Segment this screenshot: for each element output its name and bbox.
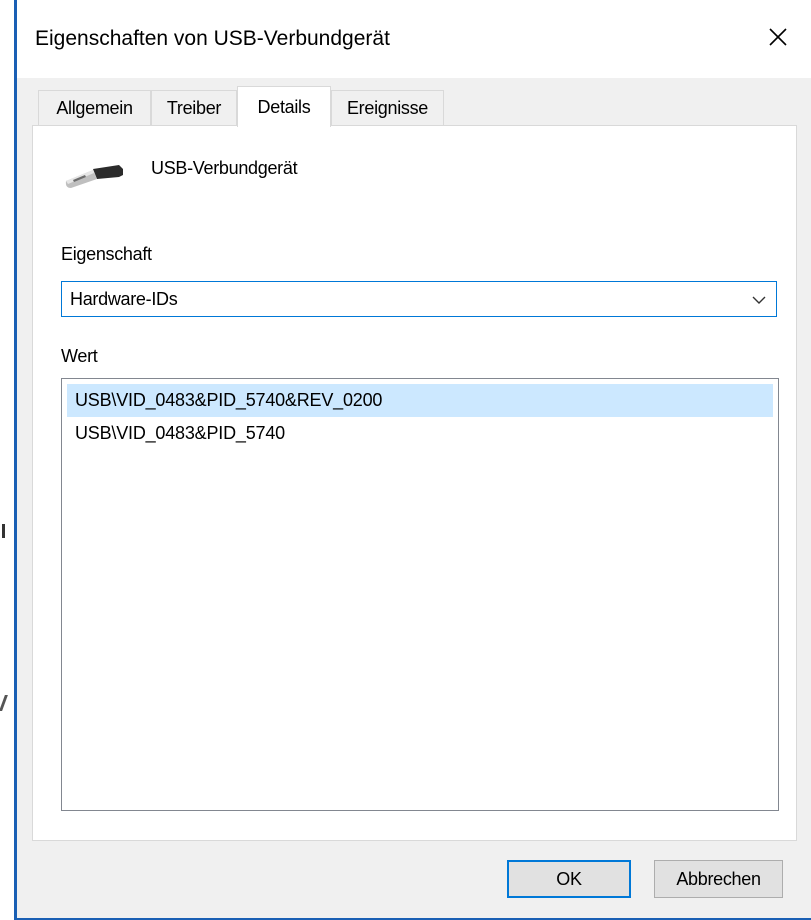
tab-allgemein[interactable]: Allgemein <box>38 90 151 126</box>
background-fragment <box>2 524 5 538</box>
tab-details[interactable]: Details <box>237 86 331 127</box>
background-window-edge <box>0 0 14 920</box>
value-label: Wert <box>61 346 98 366</box>
usb-plug-icon <box>65 165 123 188</box>
property-dropdown-value: Hardware-IDs <box>70 289 178 309</box>
window-title: Eigenschaften von USB-Verbundgerät <box>35 27 390 50</box>
properties-dialog: Eigenschaften von USB-Verbundgerät Allge… <box>14 0 811 920</box>
property-label: Eigenschaft <box>61 244 152 264</box>
close-button[interactable] <box>759 18 797 56</box>
chevron-down-icon <box>752 296 766 304</box>
details-panel: USB-Verbundgerät Eigenschaft Hardware-ID… <box>32 125 797 841</box>
list-item[interactable]: USB\VID_0483&PID_5740 <box>67 417 773 450</box>
device-name: USB-Verbundgerät <box>151 158 298 178</box>
ok-button[interactable]: OK <box>507 860 631 898</box>
value-listbox[interactable]: USB\VID_0483&PID_5740&REV_0200 USB\VID_0… <box>61 378 779 811</box>
tab-ereignisse[interactable]: Ereignisse <box>331 90 444 126</box>
close-icon <box>769 28 787 46</box>
tab-treiber[interactable]: Treiber <box>151 90 237 126</box>
tab-strip: Allgemein Treiber Details Ereignisse <box>38 86 798 127</box>
title-bar: Eigenschaften von USB-Verbundgerät <box>17 0 811 78</box>
property-dropdown[interactable]: Hardware-IDs <box>61 281 777 317</box>
cancel-button[interactable]: Abbrechen <box>654 860 783 898</box>
list-item[interactable]: USB\VID_0483&PID_5740&REV_0200 <box>67 384 773 417</box>
